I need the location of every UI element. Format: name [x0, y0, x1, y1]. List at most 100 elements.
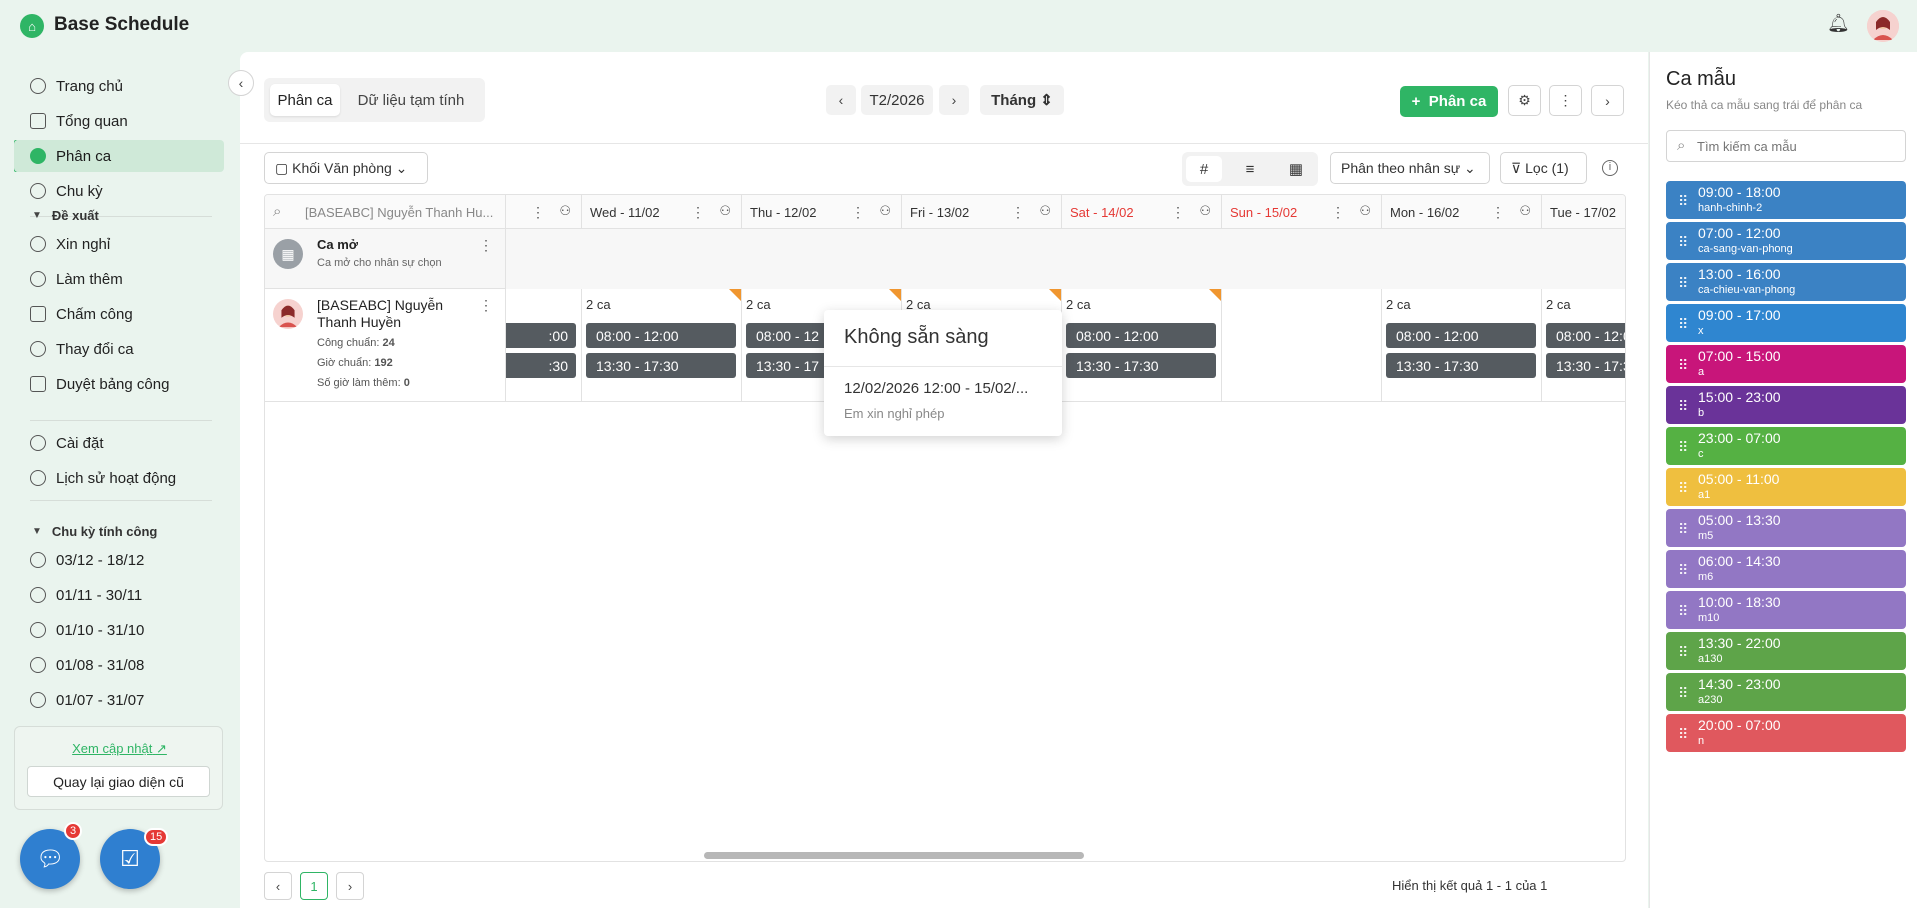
shift-afternoon[interactable]: 13:30 - 17:30	[586, 353, 736, 378]
sidebar-item-settings[interactable]: Cài đặt	[14, 427, 224, 459]
shift-morning[interactable]: 08:00 - 12:00	[1066, 323, 1216, 348]
collapse-sidebar-button[interactable]: ‹	[228, 70, 254, 96]
more-vertical-icon[interactable]: ⋮	[531, 204, 545, 221]
tab-estimated-data[interactable]: Dữ liệu tạm tính	[346, 84, 476, 116]
more-vertical-icon[interactable]: ⋮	[1331, 204, 1345, 221]
drag-handle-icon[interactable]: ⠿	[1678, 193, 1688, 210]
day-cell-partial[interactable]: :00 :30	[505, 289, 581, 402]
drag-handle-icon[interactable]: ⠿	[1678, 439, 1688, 456]
sidebar-item-approve-timesheet[interactable]: Duyệt bảng công	[14, 368, 224, 400]
shift-morning[interactable]: 08:00 - 12:00	[586, 323, 736, 348]
tab-shift-assign[interactable]: Phân ca	[270, 84, 340, 116]
sidebar-cycle-item[interactable]: 01/08 - 31/08	[14, 649, 224, 681]
open-shift-cells[interactable]	[505, 229, 1625, 289]
drag-handle-icon[interactable]: ⠿	[1678, 357, 1688, 374]
sidebar-item-overtime[interactable]: Làm thêm	[14, 263, 224, 295]
sidebar-item-overview[interactable]: Tổng quan	[14, 105, 224, 137]
drag-handle-icon[interactable]: ⠿	[1678, 644, 1688, 661]
drag-handle-icon[interactable]: ⠿	[1678, 316, 1688, 333]
more-vertical-icon[interactable]: ⋮	[691, 204, 705, 221]
timeline-view-icon[interactable]: ≡	[1232, 156, 1268, 182]
toggle-panel-button[interactable]: ›	[1591, 85, 1624, 116]
more-options-button[interactable]: ⋮	[1549, 85, 1582, 116]
drag-handle-icon[interactable]: ⠿	[1678, 726, 1688, 743]
shift-afternoon[interactable]: 13:30 - 17:30	[1386, 353, 1536, 378]
sidebar-item-timekeeping[interactable]: Chấm công	[14, 298, 224, 330]
shift-template-card[interactable]: ⠿ 13:30 - 22:00 a130	[1666, 632, 1906, 670]
sidebar-item-cycle[interactable]: Chu kỳ	[14, 175, 224, 207]
page-number[interactable]: 1	[300, 872, 328, 900]
sidebar-cycle-item[interactable]: 01/07 - 31/07	[14, 684, 224, 716]
drag-handle-icon[interactable]: ⠿	[1678, 521, 1688, 538]
shift-template-card[interactable]: ⠿ 05:00 - 13:30 m5	[1666, 509, 1906, 547]
day-cell[interactable]: 2 ca08:00 - 12:0013:30 - 17:30	[1381, 289, 1541, 402]
group-by-select[interactable]: Phân theo nhân sự ⌄	[1330, 152, 1490, 184]
day-cell[interactable]: 2 ca08:00 - 12:0013:30 - 17:30	[581, 289, 741, 402]
shift-morning[interactable]: 08:00 - 12:00	[1546, 323, 1625, 348]
more-vertical-icon[interactable]: ⋮	[851, 204, 865, 221]
shift-morning[interactable]: 08:00 - 12:00	[1386, 323, 1536, 348]
more-vertical-icon[interactable]: ⋮	[479, 237, 493, 254]
mode-select[interactable]: Tháng ⇕	[980, 85, 1064, 115]
period-label[interactable]: T2/2026	[861, 85, 933, 115]
drag-handle-icon[interactable]: ⠿	[1678, 562, 1688, 579]
shift-template-card[interactable]: ⠿ 07:00 - 12:00 ca-sang-van-phong	[1666, 222, 1906, 260]
sidebar-item-activity-history[interactable]: Lịch sử hoạt động	[14, 462, 224, 494]
prev-page-button[interactable]: ‹	[264, 872, 292, 900]
assign-people-icon[interactable]: ⚇	[1199, 203, 1211, 219]
shift-template-card[interactable]: ⠿ 20:00 - 07:00 n	[1666, 714, 1906, 752]
department-select[interactable]: ▢ Khối Văn phòng ⌄	[264, 152, 428, 184]
sidebar-item-leave[interactable]: Xin nghỉ	[14, 228, 224, 260]
shift-morning[interactable]: :00	[506, 323, 576, 348]
template-search-input[interactable]	[1697, 136, 1897, 156]
proposal-section-title[interactable]: ▼ Đề xuất	[32, 208, 99, 223]
more-vertical-icon[interactable]: ⋮	[1171, 204, 1185, 221]
filter-button[interactable]: ⊽ Lọc (1)	[1500, 152, 1587, 184]
shift-template-card[interactable]: ⠿ 13:00 - 16:00 ca-chieu-van-phong	[1666, 263, 1906, 301]
shift-afternoon[interactable]: :30	[506, 353, 576, 378]
drag-handle-icon[interactable]: ⠿	[1678, 685, 1688, 702]
shift-template-card[interactable]: ⠿ 10:00 - 18:30 m10	[1666, 591, 1906, 629]
sidebar-cycle-item[interactable]: 03/12 - 18/12	[14, 544, 224, 576]
info-icon[interactable]: i	[1602, 160, 1618, 176]
assign-people-icon[interactable]: ⚇	[1359, 203, 1371, 219]
cycle-section-title[interactable]: ▼ Chu kỳ tính công	[32, 524, 157, 539]
sidebar-item-change-shift[interactable]: Thay đổi ca	[14, 333, 224, 365]
employee-name[interactable]: [BASEABC] Nguyễn Thanh Huyền	[317, 297, 443, 331]
sidebar-item-shift-assign[interactable]: Phân ca	[14, 140, 224, 172]
drag-handle-icon[interactable]: ⠿	[1678, 398, 1688, 415]
calendar-view-icon[interactable]: ▦	[1278, 156, 1314, 182]
shift-template-card[interactable]: ⠿ 09:00 - 17:00 x	[1666, 304, 1906, 342]
view-updates-link[interactable]: Xem cập nhật ↗	[15, 741, 224, 757]
assign-people-icon[interactable]: ⚇	[559, 203, 571, 219]
more-vertical-icon[interactable]: ⋮	[1491, 204, 1505, 221]
sidebar-cycle-item[interactable]: 01/10 - 31/10	[14, 614, 224, 646]
sidebar-cycle-item[interactable]: 01/11 - 30/11	[14, 579, 224, 611]
more-vertical-icon[interactable]: ⋮	[479, 297, 493, 314]
horizontal-scrollbar[interactable]	[704, 852, 1084, 859]
shift-afternoon[interactable]: 13:30 - 17:30	[1546, 353, 1625, 378]
back-to-old-ui-button[interactable]: Quay lại giao diện cũ	[27, 766, 210, 797]
assign-people-icon[interactable]: ⚇	[719, 203, 731, 219]
shift-template-card[interactable]: ⠿ 05:00 - 11:00 a1	[1666, 468, 1906, 506]
drag-handle-icon[interactable]: ⠿	[1678, 603, 1688, 620]
next-period-button[interactable]: ›	[939, 85, 969, 115]
settings-sliders-button[interactable]: ⚙	[1508, 85, 1541, 116]
grid-view-icon[interactable]: #	[1186, 156, 1222, 182]
shift-template-card[interactable]: ⠿ 09:00 - 18:00 hanh-chinh-2	[1666, 181, 1906, 219]
shift-template-card[interactable]: ⠿ 14:30 - 23:00 a230	[1666, 673, 1906, 711]
shift-afternoon[interactable]: 13:30 - 17:30	[1066, 353, 1216, 378]
shift-template-card[interactable]: ⠿ 15:00 - 23:00 b	[1666, 386, 1906, 424]
sidebar-item-home[interactable]: Trang chủ	[14, 70, 224, 102]
day-cell[interactable]: 2 ca08:00 - 12:0013:30 - 17:30	[1541, 289, 1625, 402]
shift-template-card[interactable]: ⠿ 07:00 - 15:00 a	[1666, 345, 1906, 383]
add-shift-button[interactable]: + Phân ca	[1400, 86, 1498, 117]
drag-handle-icon[interactable]: ⠿	[1678, 480, 1688, 497]
assign-people-icon[interactable]: ⚇	[1039, 203, 1051, 219]
prev-period-button[interactable]: ‹	[826, 85, 856, 115]
shift-template-card[interactable]: ⠿ 23:00 - 07:00 c	[1666, 427, 1906, 465]
next-page-button[interactable]: ›	[336, 872, 364, 900]
user-avatar[interactable]	[1867, 10, 1899, 42]
day-cell[interactable]: 2 ca08:00 - 12:0013:30 - 17:30	[1061, 289, 1221, 402]
assign-people-icon[interactable]: ⚇	[879, 203, 891, 219]
